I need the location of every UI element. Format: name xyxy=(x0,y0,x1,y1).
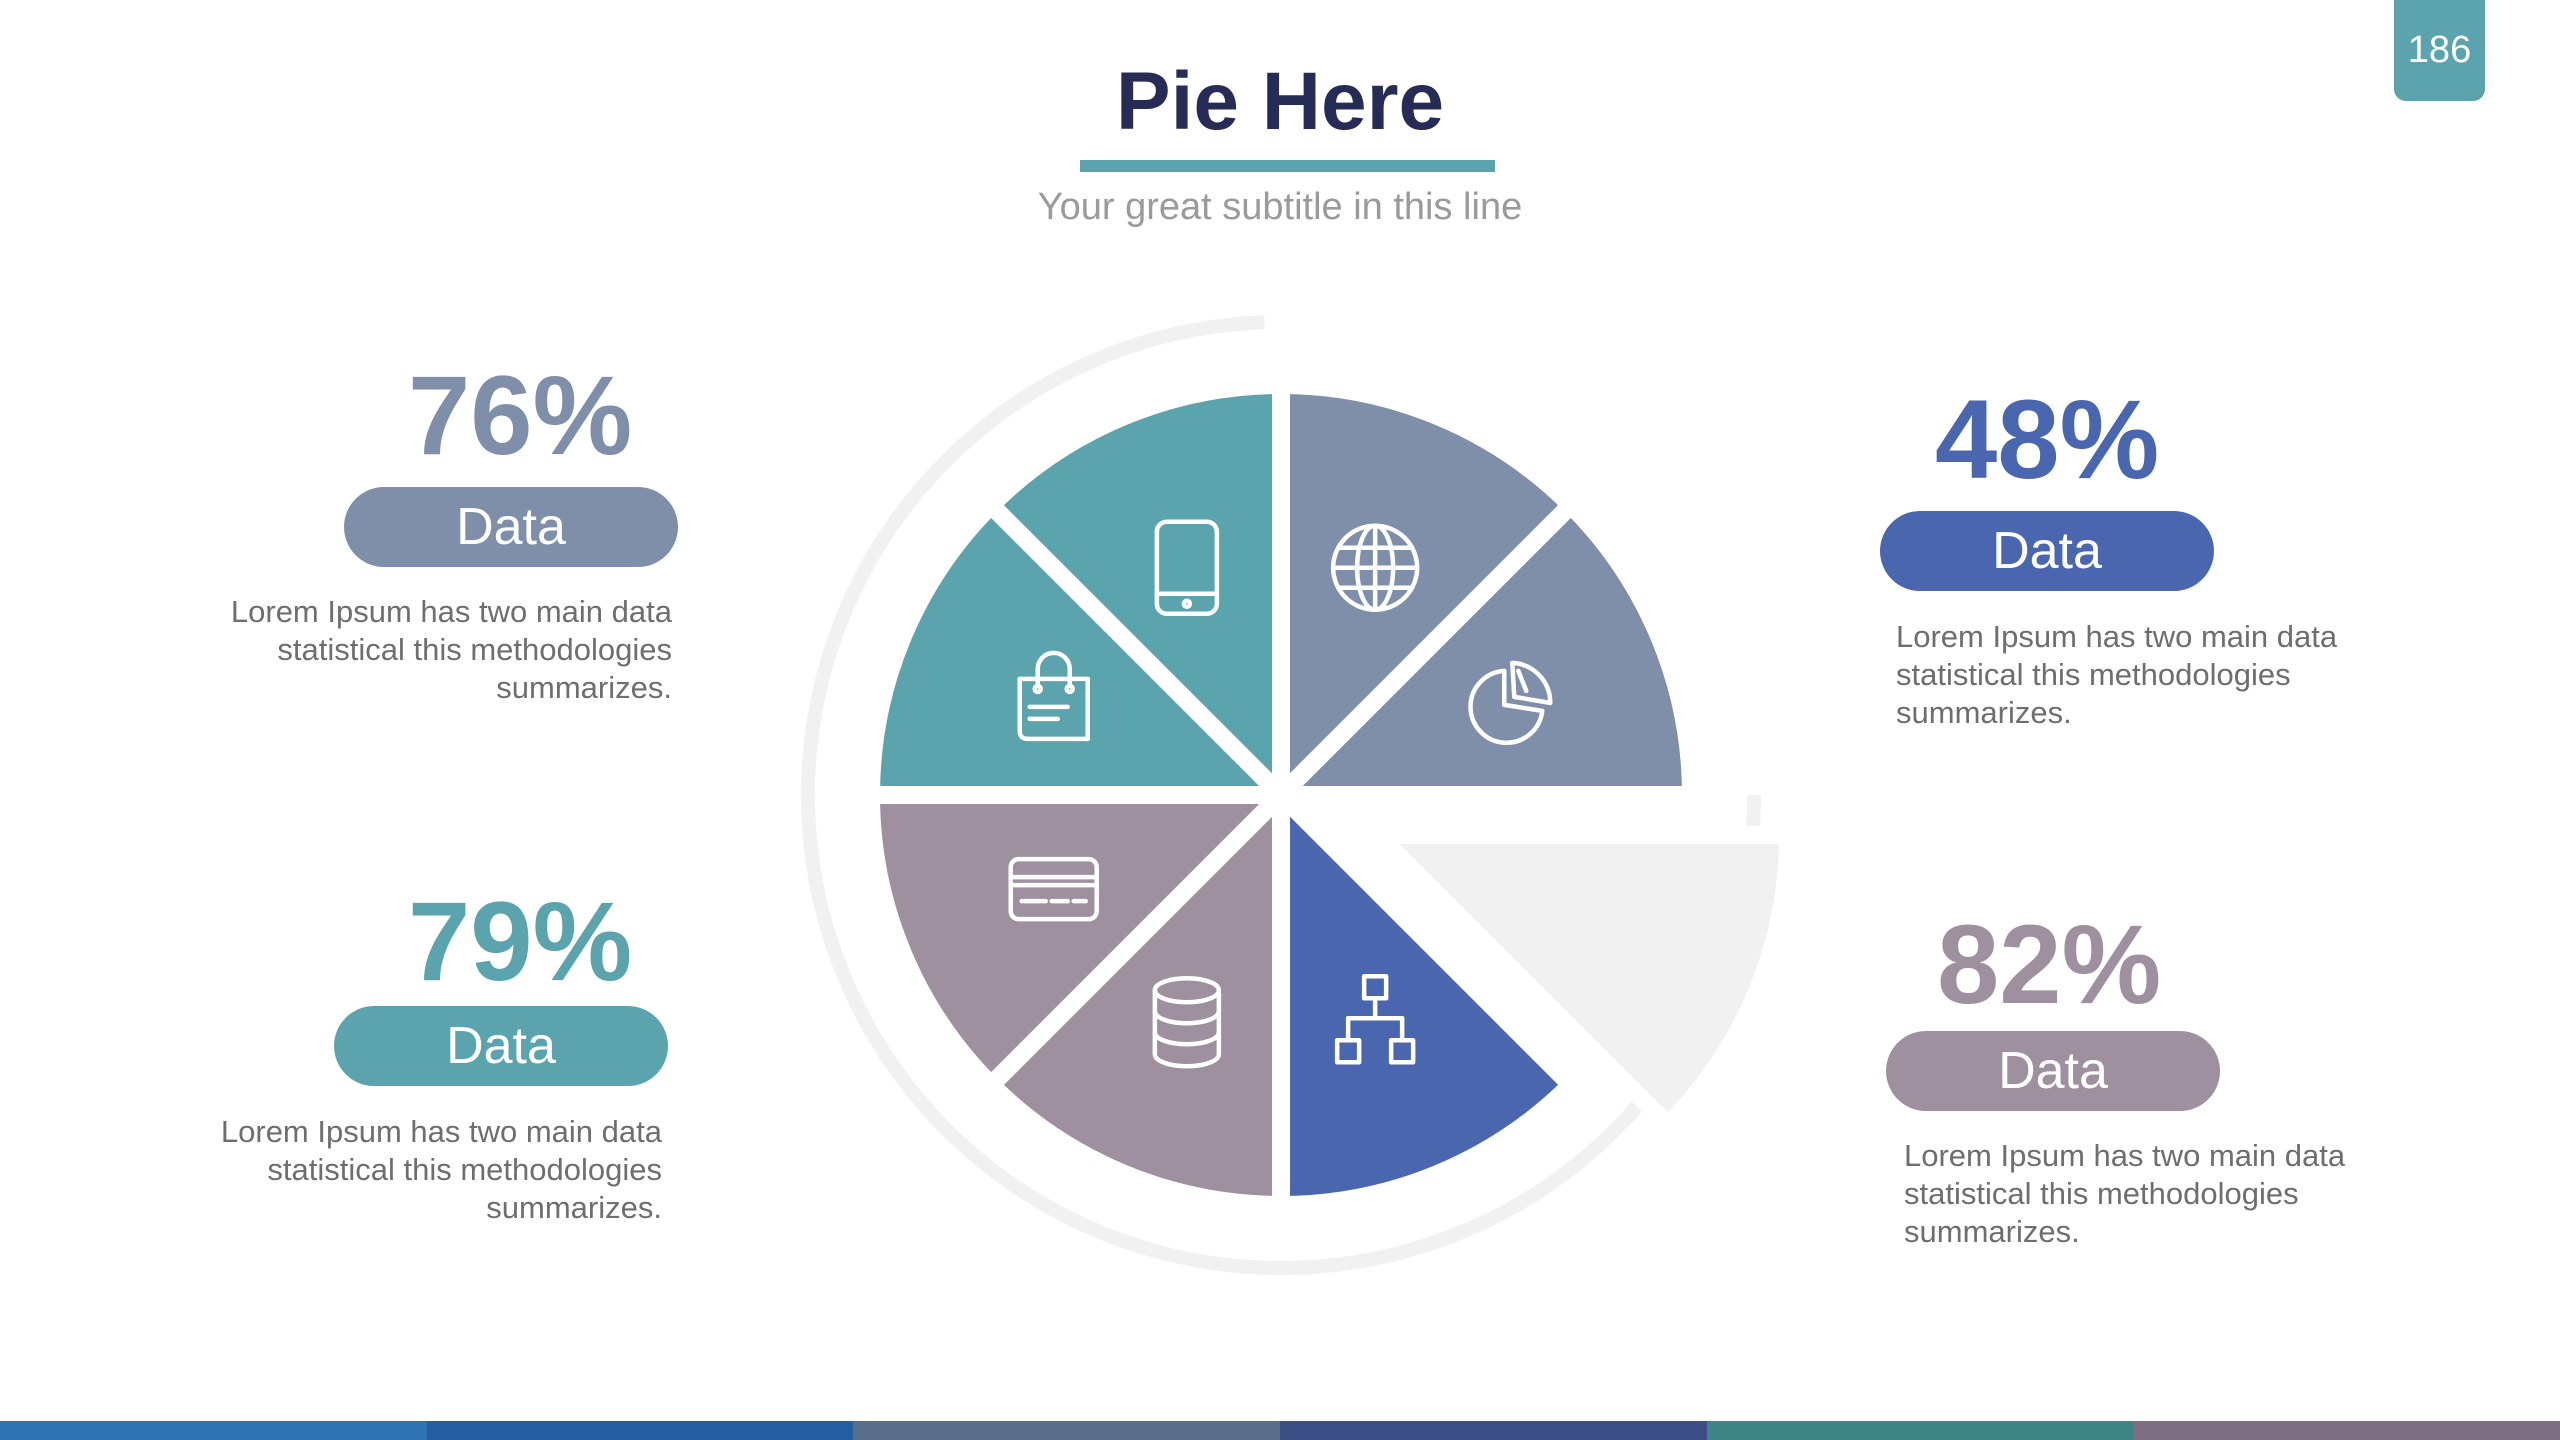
stat-top-right-description: Lorem Ipsum has two main data statistica… xyxy=(1896,618,2416,732)
bottom-bar-segment xyxy=(853,1421,1281,1440)
desc-line: summarizes. xyxy=(486,1190,662,1225)
stat-bottom-left-value: 79% xyxy=(408,879,633,1004)
stat-top-right-value: 48% xyxy=(1935,377,2160,502)
desc-line: Lorem Ipsum has two main data xyxy=(1904,1138,2346,1173)
bottom-bar-segment xyxy=(0,1421,427,1440)
bottom-bar-segment xyxy=(426,1421,854,1440)
desc-line: statistical this methodologies xyxy=(1904,1176,2299,1211)
desc-line: statistical this methodologies xyxy=(277,632,672,667)
desc-line: statistical this methodologies xyxy=(267,1152,662,1187)
stat-top-left-value: 76% xyxy=(408,353,633,478)
bottom-color-bar xyxy=(0,1421,2560,1440)
desc-line: summarizes. xyxy=(496,670,672,705)
bottom-bar-segment xyxy=(1706,1421,2134,1440)
stat-bottom-right-description: Lorem Ipsum has two main data statistica… xyxy=(1904,1137,2424,1251)
stat-bottom-left-pill: Data xyxy=(334,1006,668,1086)
desc-line: Lorem Ipsum has two main data xyxy=(230,594,672,629)
globe-icon xyxy=(1330,523,1420,612)
desc-line: Lorem Ipsum has two main data xyxy=(1896,619,2338,654)
desc-line: summarizes. xyxy=(1896,695,2072,730)
desc-line: Lorem Ipsum has two main data xyxy=(220,1114,662,1149)
stat-bottom-right-pill: Data xyxy=(1886,1031,2220,1111)
bottom-bar-segment xyxy=(1280,1421,1707,1440)
stat-bottom-right-value: 82% xyxy=(1937,902,2162,1027)
stat-top-left-pill: Data xyxy=(344,487,678,567)
stat-top-right-pill: Data xyxy=(1880,511,2214,591)
stat-bottom-left-description: Lorem Ipsum has two main data statistica… xyxy=(142,1113,662,1227)
pie-slices xyxy=(861,375,1798,1215)
desc-line: summarizes. xyxy=(1904,1214,2080,1249)
stat-top-left-description: Lorem Ipsum has two main data statistica… xyxy=(152,593,672,707)
bottom-bar-segment xyxy=(2133,1421,2560,1440)
desc-line: statistical this methodologies xyxy=(1896,657,2291,692)
